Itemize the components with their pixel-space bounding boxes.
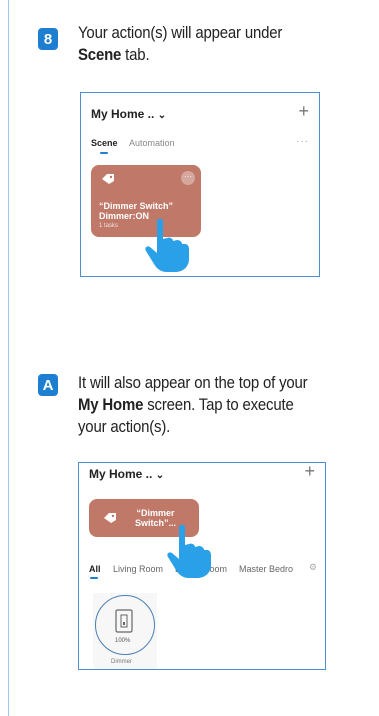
step-text-line: your action(s). bbox=[78, 417, 171, 436]
scene-name-line: “Dimmer bbox=[136, 508, 175, 518]
home-title[interactable]: My Home .. ⌄ bbox=[89, 467, 164, 481]
device-level: 100% bbox=[115, 638, 131, 644]
step-text-rest: screen. Tap to execute bbox=[143, 395, 294, 414]
step-text-bold: Scene bbox=[78, 45, 122, 64]
room-tab-master-bedroom[interactable]: Master Bedro bbox=[239, 564, 293, 574]
step-text-line: It will also appear on the top of your bbox=[78, 373, 308, 392]
home-title[interactable]: My Home .. ⌄ bbox=[91, 107, 166, 121]
step-badge: 8 bbox=[38, 28, 58, 50]
page-edge-line bbox=[8, 0, 9, 716]
scene-name-line: “Dimmer Switch” bbox=[99, 201, 174, 211]
tab-active-indicator bbox=[100, 152, 108, 154]
room-tab-all[interactable]: All bbox=[89, 564, 101, 574]
switch-icon bbox=[115, 609, 133, 633]
step-instruction: Your action(s) will appear under Scene t… bbox=[78, 22, 342, 66]
home-title-text: My Home .. bbox=[91, 107, 155, 121]
phone-screenshot-home: My Home .. ⌄ + “Dimmer Switch”... All Li… bbox=[78, 461, 326, 670]
phone-screenshot-scene: My Home .. ⌄ + Scene Automation ··· ··· … bbox=[80, 92, 320, 277]
chevron-down-icon: ⌄ bbox=[155, 470, 165, 481]
step-text-line: Your action(s) will appear under bbox=[78, 23, 283, 42]
gear-icon[interactable]: ⚙ bbox=[309, 562, 317, 573]
device-tile[interactable]: 100% Dimmer bbox=[93, 593, 157, 669]
tag-icon bbox=[104, 513, 116, 523]
tab-scene[interactable]: Scene bbox=[91, 138, 118, 148]
chevron-down-icon: ⌄ bbox=[157, 110, 167, 121]
more-icon[interactable]: ··· bbox=[296, 136, 309, 147]
room-tab-living-room[interactable]: Living Room bbox=[113, 564, 163, 574]
step-instruction: It will also appear on the top of your M… bbox=[78, 372, 342, 438]
more-icon[interactable]: ··· bbox=[181, 171, 195, 185]
step-text-bold: My Home bbox=[78, 395, 144, 414]
tag-icon bbox=[102, 174, 114, 184]
tab-automation[interactable]: Automation bbox=[129, 138, 175, 148]
add-icon[interactable]: + bbox=[298, 101, 309, 122]
task-count: 1 tasks bbox=[99, 223, 119, 229]
step-badge: A bbox=[38, 374, 58, 396]
step-text-rest: tab. bbox=[121, 45, 150, 64]
pointing-hand-icon bbox=[145, 218, 189, 272]
home-title-text: My Home .. bbox=[89, 467, 153, 481]
add-icon[interactable]: + bbox=[304, 461, 315, 482]
tab-active-indicator bbox=[90, 577, 98, 579]
step-a: A It will also appear on the top of your… bbox=[38, 372, 358, 692]
pointing-hand-icon bbox=[167, 524, 211, 578]
device-name: Dimmer bbox=[111, 659, 132, 665]
step-8: 8 Your action(s) will appear under Scene… bbox=[38, 22, 358, 277]
